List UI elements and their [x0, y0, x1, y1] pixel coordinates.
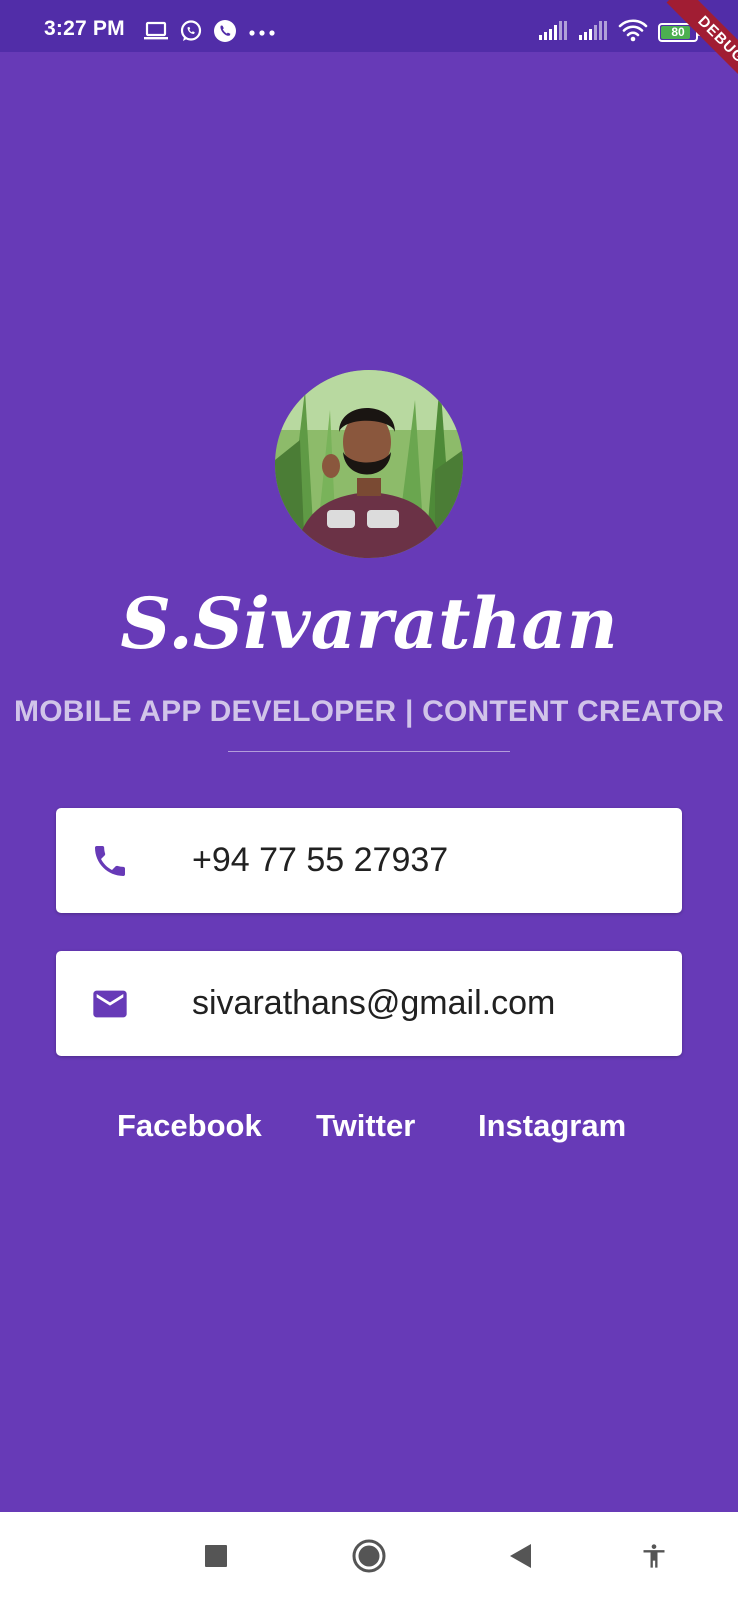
email-card[interactable]: sivarathans@gmail.com	[56, 951, 682, 1056]
signal-icon	[578, 19, 608, 46]
system-icons: 80	[538, 18, 701, 47]
email-address: sivarathans@gmail.com	[192, 984, 556, 1022]
facebook-link[interactable]: Facebook	[117, 1103, 262, 1149]
notification-icons	[143, 19, 277, 43]
wifi-icon	[618, 18, 648, 47]
phone-card[interactable]: +94 77 55 27937	[56, 808, 682, 913]
accessibility-icon[interactable]	[634, 1536, 674, 1576]
avatar	[275, 370, 463, 558]
social-links: Facebook Twitter Instagram	[0, 1103, 738, 1149]
mail-icon	[90, 984, 130, 1024]
signal-icon	[538, 19, 568, 46]
status-bar: 3:27 PM 80	[0, 0, 738, 52]
more-dots-icon	[247, 21, 277, 41]
twitter-link[interactable]: Twitter	[316, 1103, 415, 1149]
phone-number: +94 77 55 27937	[192, 841, 449, 879]
back-triangle-icon[interactable]	[500, 1536, 540, 1576]
laptop-icon	[143, 21, 169, 41]
profile-name: S.Sivarathan	[120, 582, 618, 665]
whatsapp-icon	[179, 19, 203, 43]
navigation-bar	[0, 1512, 738, 1600]
status-time: 3:27 PM	[44, 17, 125, 40]
phone-icon	[90, 841, 130, 881]
phone-call-icon	[213, 19, 237, 43]
home-circle-icon[interactable]	[349, 1536, 389, 1576]
profile-photo	[275, 370, 463, 558]
divider	[228, 751, 510, 752]
profile-tagline: MOBILE APP DEVELOPER | CONTENT CREATOR	[14, 695, 724, 728]
recents-square-icon[interactable]	[196, 1536, 236, 1576]
instagram-link[interactable]: Instagram	[478, 1103, 626, 1149]
